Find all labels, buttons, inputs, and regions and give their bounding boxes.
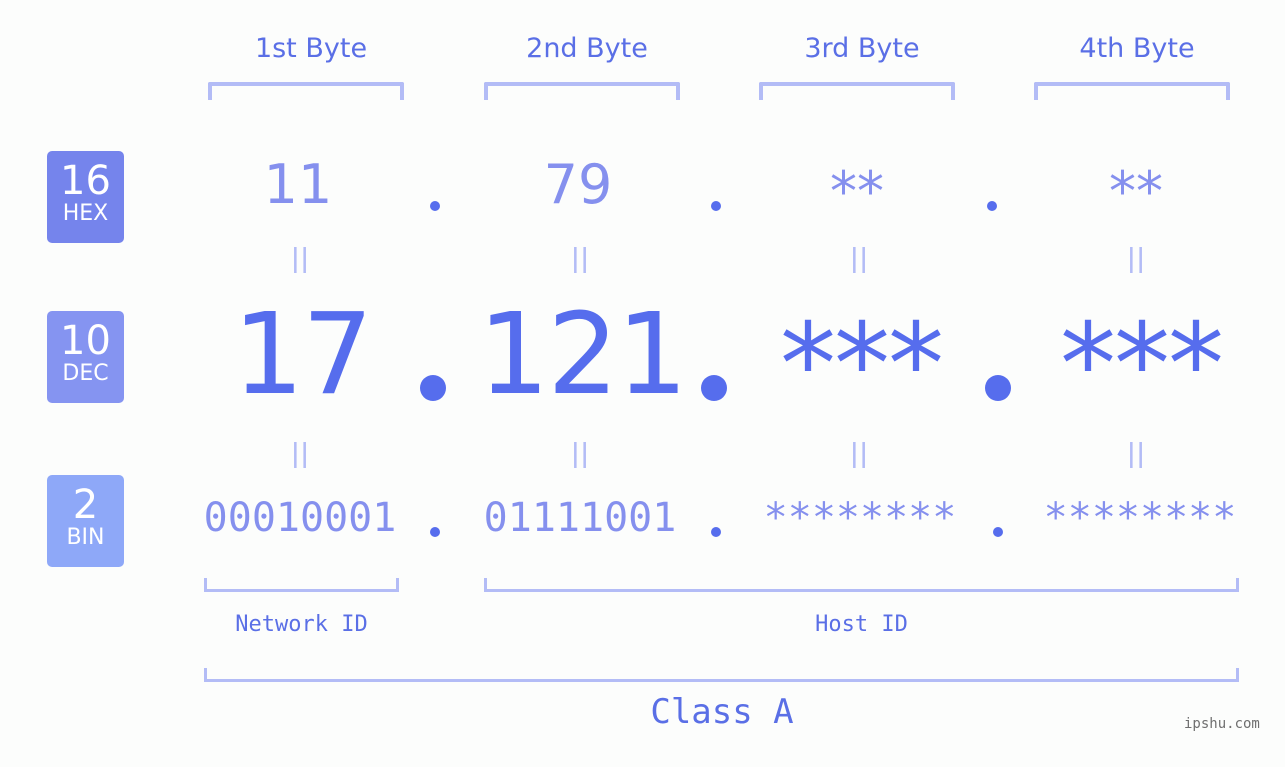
host-id-bracket: [484, 578, 1239, 592]
byte-title-3: 3rd Byte: [804, 33, 920, 64]
bin-separator-dot: [430, 527, 440, 537]
bin-badge-label: BIN: [66, 525, 105, 550]
hex-value-4: **: [1109, 160, 1163, 223]
equals-icon: [294, 247, 306, 273]
dec-badge-label: DEC: [62, 361, 109, 386]
byte-title-2: 2nd Byte: [526, 33, 648, 64]
equals-icon: [1130, 247, 1142, 273]
hex-badge-base: 16: [60, 158, 111, 204]
equals-icon: [294, 442, 306, 468]
dec-separator-dot: [985, 375, 1011, 401]
bin-value-2: 01111001: [483, 495, 677, 541]
equals-icon: [574, 247, 586, 273]
network-id-label: Network ID: [235, 612, 368, 637]
bin-separator-dot: [711, 527, 721, 537]
byte-bracket-1: [208, 82, 404, 100]
equals-icon: [853, 247, 865, 273]
hex-value-3: **: [830, 160, 884, 223]
class-label: Class A: [650, 692, 794, 732]
class-bracket: [204, 668, 1239, 682]
byte-title-1: 1st Byte: [254, 33, 368, 64]
dec-badge: 10 DEC: [47, 311, 124, 403]
byte-title-4: 4th Byte: [1079, 33, 1195, 64]
hex-separator-dot: [987, 201, 997, 211]
dec-badge-base: 10: [60, 318, 111, 364]
dec-value-3: ***: [780, 300, 944, 430]
hex-value-2: 79: [543, 153, 613, 216]
dec-separator-dot: [701, 375, 727, 401]
bin-value-3: ********: [763, 495, 957, 541]
equals-icon: [1130, 442, 1142, 468]
byte-bracket-2: [484, 82, 680, 100]
hex-separator-dot: [711, 201, 721, 211]
watermark: ipshu.com: [1184, 716, 1260, 732]
byte-bracket-4: [1034, 82, 1230, 100]
dec-value-4: ***: [1060, 300, 1224, 430]
bin-badge: 2 BIN: [47, 475, 124, 567]
hex-badge: 16 HEX: [47, 151, 124, 243]
hex-separator-dot: [430, 201, 440, 211]
hex-badge-label: HEX: [62, 201, 109, 226]
dec-separator-dot: [420, 375, 446, 401]
network-id-bracket: [204, 578, 399, 592]
bin-value-1: 00010001: [203, 495, 397, 541]
dec-value-2: 121: [478, 290, 688, 420]
host-id-label: Host ID: [815, 612, 908, 637]
equals-icon: [853, 442, 865, 468]
equals-icon: [574, 442, 586, 468]
byte-bracket-3: [759, 82, 955, 100]
bin-value-4: ********: [1043, 495, 1237, 541]
bin-badge-base: 2: [72, 482, 99, 528]
bin-separator-dot: [993, 527, 1003, 537]
hex-value-1: 11: [263, 153, 333, 216]
dec-value-1: 17: [232, 290, 374, 420]
